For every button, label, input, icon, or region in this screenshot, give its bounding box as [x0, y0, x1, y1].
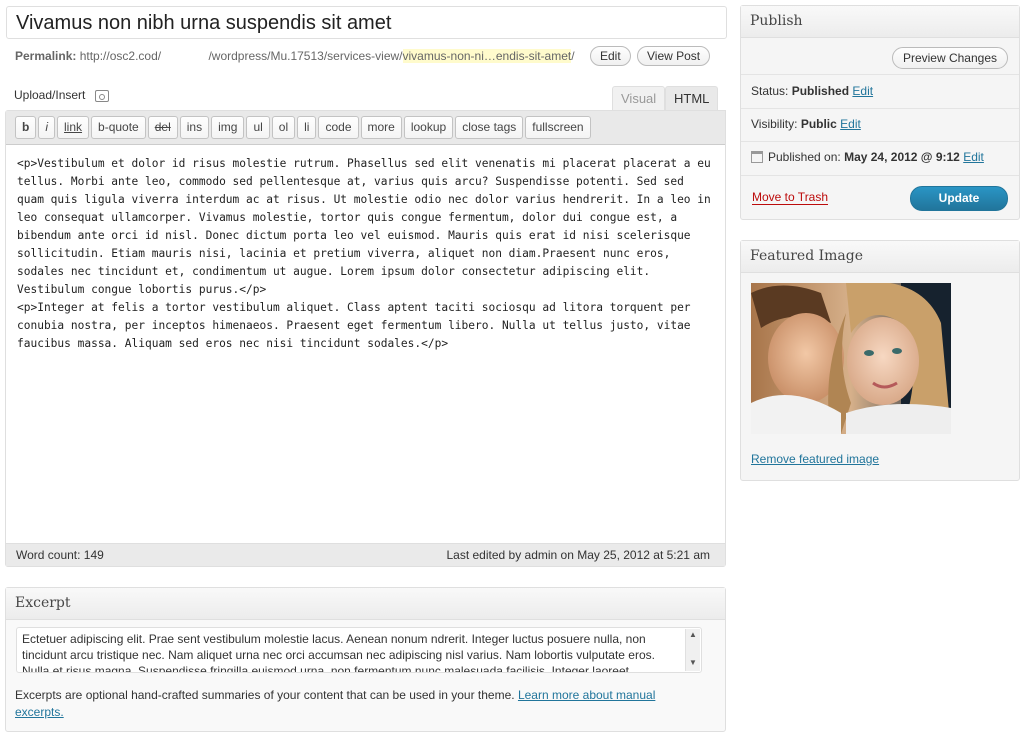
quicktag-ins-button[interactable]: ins — [179, 116, 210, 139]
preview-changes-button[interactable]: Preview Changes — [891, 47, 1008, 69]
edit-status-link[interactable]: Edit — [852, 84, 873, 98]
quicktag-ul-button[interactable]: ul — [246, 116, 270, 139]
visibility-value: Public — [800, 117, 837, 131]
quicktag-li-button[interactable]: li — [297, 116, 317, 139]
featured-image-box: Featured Image Remove featured image — [740, 240, 1020, 481]
view-post-button[interactable]: View Post — [637, 46, 711, 66]
scroll-up-icon[interactable]: ▲ — [686, 629, 700, 641]
permalink-base: http://osc2.cod/ — [79, 49, 162, 63]
quicktag-more-button[interactable]: more — [360, 116, 402, 139]
excerpt-textarea[interactable]: Ectetuer adipiscing elit. Prae sent vest… — [16, 627, 702, 673]
update-button[interactable]: Update — [910, 186, 1008, 211]
quicktag-del-button[interactable]: del — [147, 116, 178, 139]
move-to-trash-link[interactable]: Move to Trash — [752, 190, 829, 205]
add-media-icon[interactable] — [94, 89, 109, 102]
scroll-down-icon[interactable]: ▼ — [686, 657, 700, 669]
excerpt-help: Excerpts are optional hand-crafted summa… — [15, 687, 695, 721]
published-label: Published on: — [768, 150, 841, 164]
excerpt-text: Ectetuer adipiscing elit. Prae sent vest… — [22, 632, 655, 673]
quicktag-i-button[interactable]: i — [38, 116, 56, 139]
featured-image[interactable] — [751, 283, 951, 434]
quicktag-link-button[interactable]: link — [57, 116, 90, 139]
visibility-label: Visibility: — [751, 117, 798, 131]
quicktag-code-button[interactable]: code — [318, 116, 359, 139]
excerpt-box: Excerpt Ectetuer adipiscing elit. Prae s… — [5, 587, 726, 732]
content-textarea[interactable]: <p>Vestibulum et dolor id risus molestie… — [6, 146, 725, 544]
published-value: May 24, 2012 @ 9:12 — [844, 150, 960, 164]
publish-box: Publish Preview Changes Status: Publishe… — [740, 5, 1020, 220]
status-row: Status: Published Edit — [751, 84, 873, 98]
quicktags-toolbar: b i link b-quote del ins img ul ol li code more look… — [6, 111, 725, 145]
remove-featured-image-link[interactable]: Remove featured image — [751, 452, 879, 466]
quicktag-close-tags-button[interactable]: close tags — [455, 116, 524, 139]
edit-date-link[interactable]: Edit — [963, 150, 984, 164]
word-count: Word count: 149 — [16, 548, 104, 562]
excerpt-help-text: Excerpts are optional hand-crafted summa… — [15, 688, 515, 702]
last-edited: Last edited by admin on May 25, 2012 at … — [446, 548, 710, 562]
status-value: Published — [791, 84, 850, 98]
upload-insert-label: Upload/Insert — [14, 88, 86, 102]
edit-visibility-link[interactable]: Edit — [840, 117, 861, 131]
tab-html[interactable]: HTML — [665, 86, 719, 111]
permalink: Permalink: http://osc2.cod/ /wordpress/M… — [15, 48, 575, 64]
editor-status-bar: Word count: 149 Last edited by admin on … — [6, 543, 725, 566]
quicktag-ol-button[interactable]: ol — [271, 116, 296, 139]
visibility-row: Visibility: Public Edit — [751, 117, 861, 131]
quicktag-b-button[interactable]: b — [15, 116, 37, 139]
excerpt-scrollbar[interactable]: ▲ ▼ — [685, 629, 700, 671]
editor: b i link b-quote del ins img ul ol li code more look… — [5, 110, 726, 567]
quicktag-fullscreen-button[interactable]: fullscreen — [525, 116, 591, 139]
featured-heading: Featured Image — [741, 241, 1019, 273]
quicktag-img-button[interactable]: img — [211, 116, 245, 139]
status-label: Status: — [751, 84, 789, 98]
quicktag-b-quote-button[interactable]: b-quote — [91, 116, 146, 139]
post-title-input[interactable]: Vivamus non nibh urna suspendis sit amet — [6, 6, 727, 39]
permalink-path: /wordpress/Mu.17513/services-view/ — [208, 49, 403, 63]
upload-insert[interactable]: Upload/Insert — [14, 88, 109, 102]
quicktag-lookup-button[interactable]: lookup — [403, 116, 454, 139]
excerpt-heading: Excerpt — [6, 588, 725, 620]
permalink-label: Permalink: — [15, 49, 77, 63]
publish-heading: Publish — [741, 6, 1019, 38]
calendar-icon — [751, 151, 763, 163]
permalink-tail: / — [571, 49, 575, 63]
published-on-row: Published on: May 24, 2012 @ 9:12 Edit — [751, 150, 984, 164]
tab-visual[interactable]: Visual — [612, 86, 666, 111]
permalink-slug[interactable]: vivamus-non-ni…endis-sit-amet — [402, 49, 572, 63]
edit-permalink-button[interactable]: Edit — [590, 46, 631, 66]
